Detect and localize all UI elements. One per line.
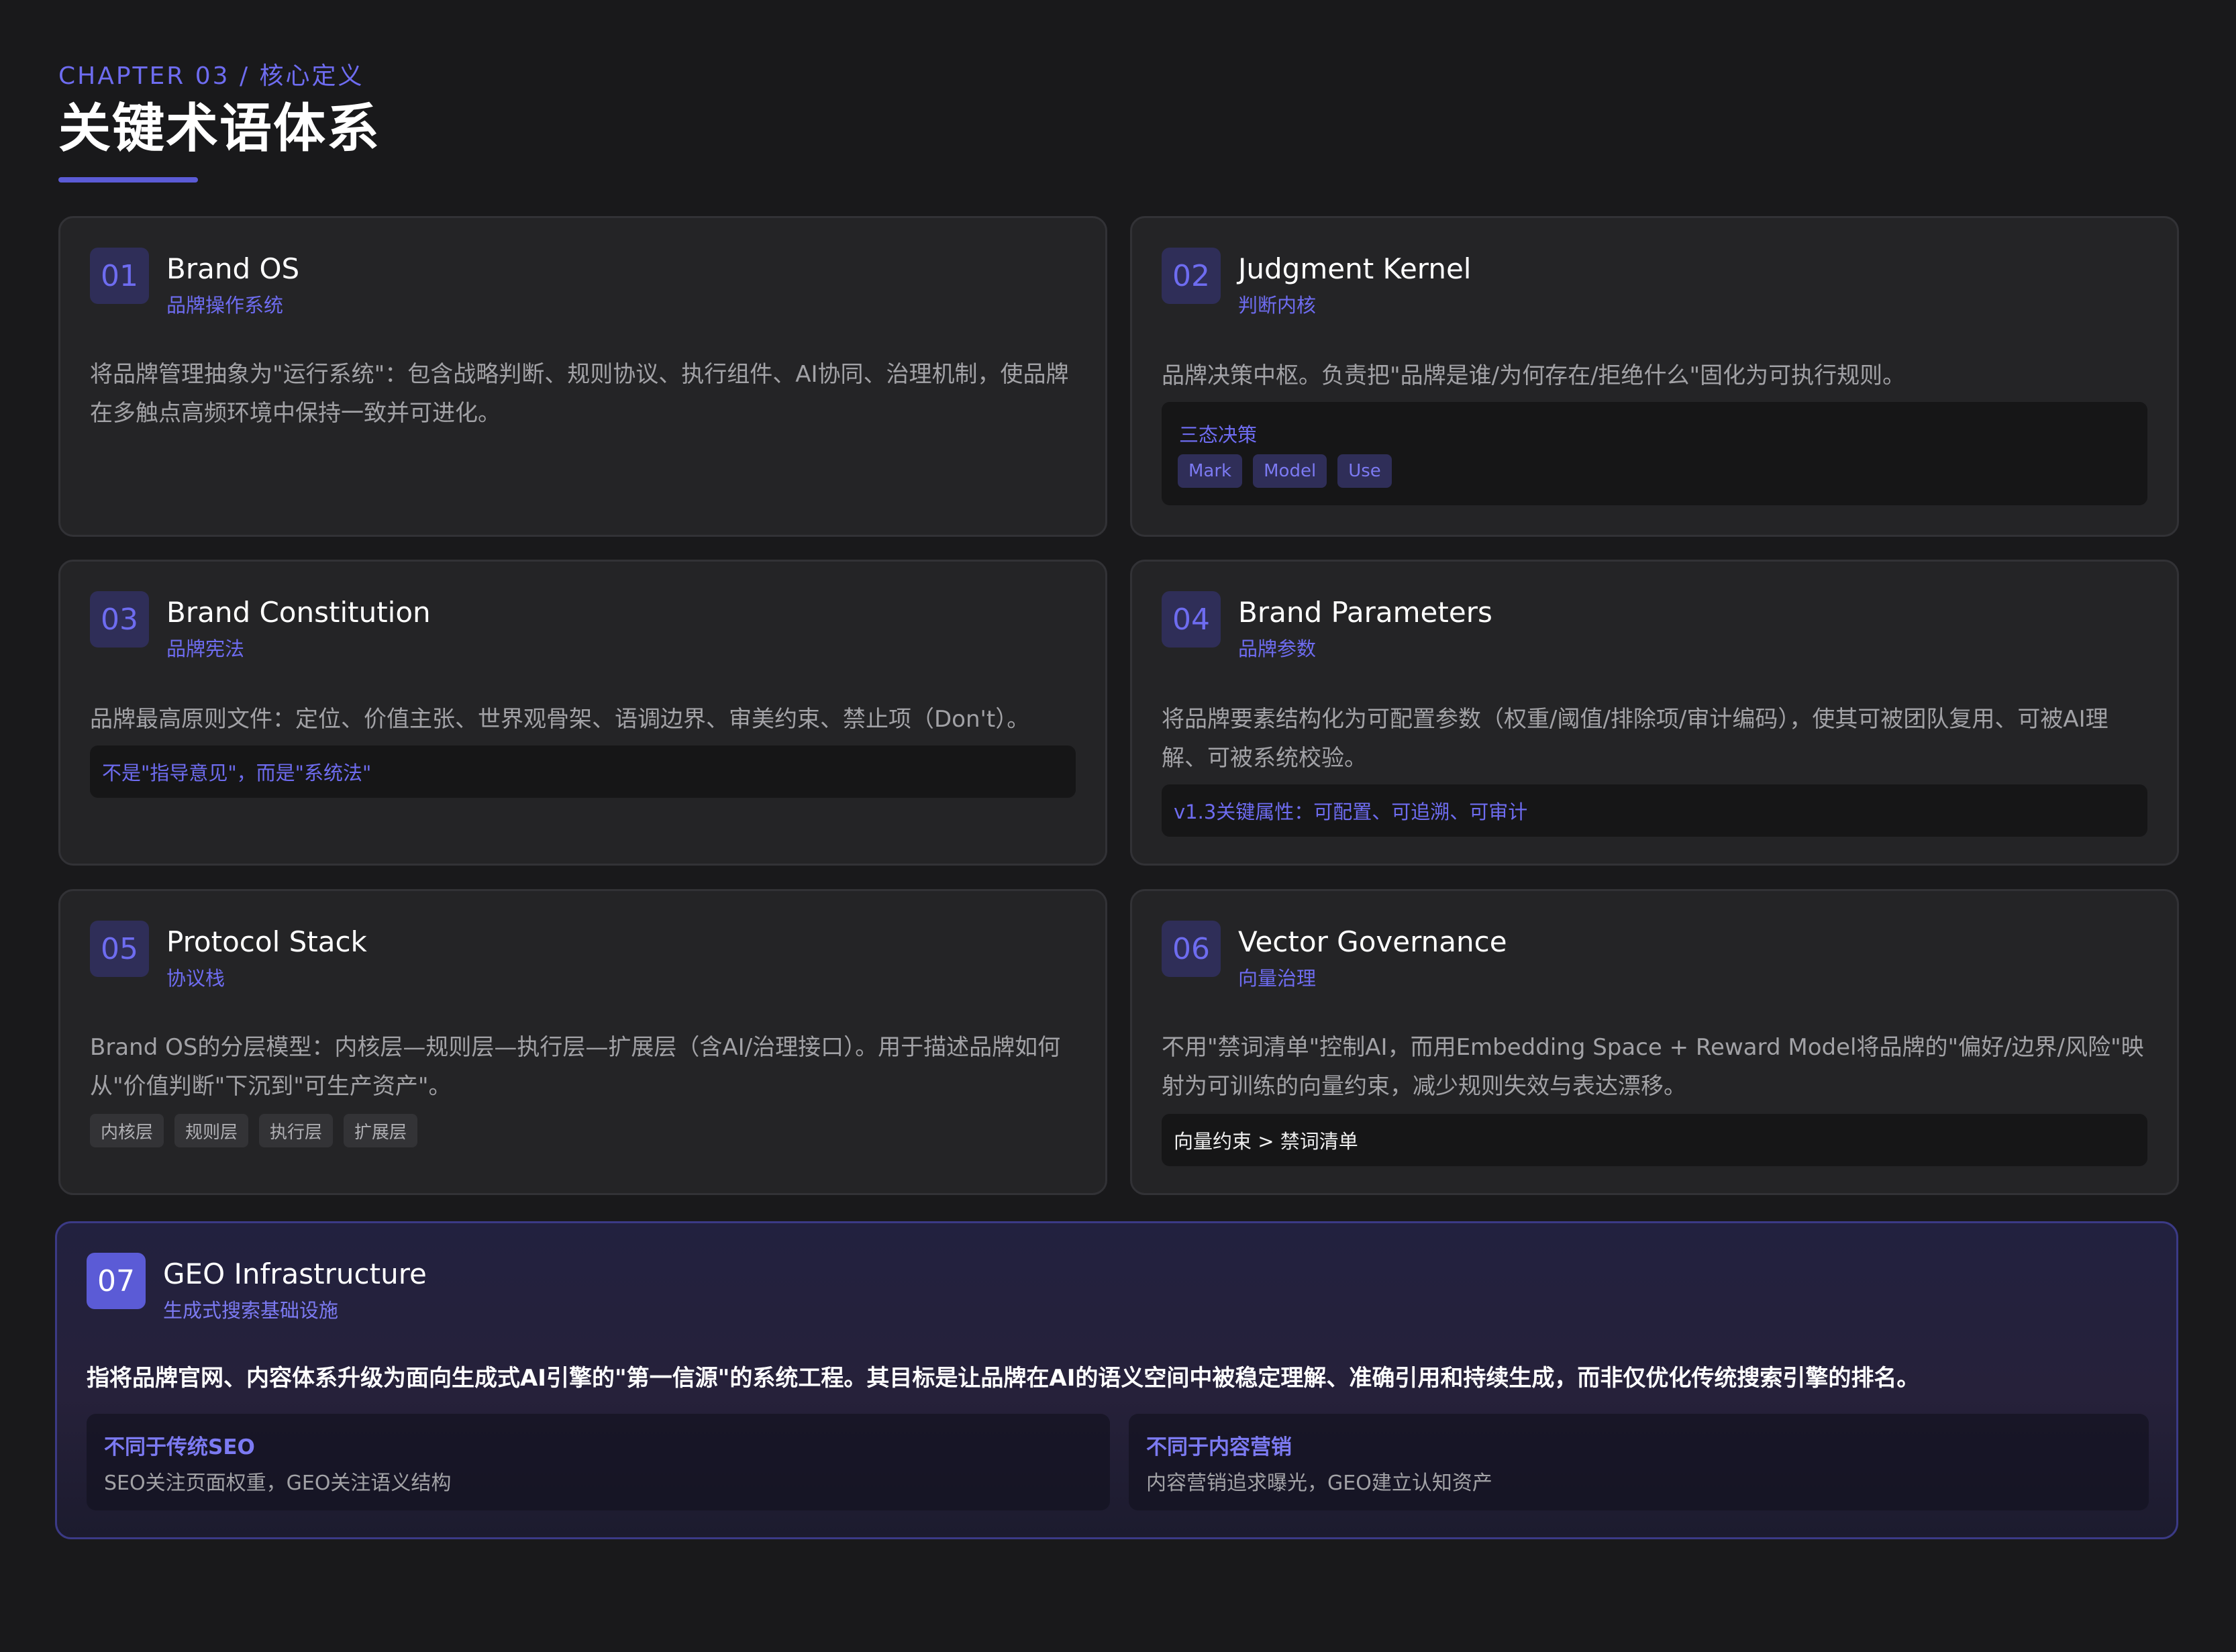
card-title: Judgment Kernel: [1238, 252, 1472, 285]
compare-title: 不同于内容营销: [1146, 1435, 1292, 1459]
highlight-text: v1.3关键属性：可配置、可追溯、可审计: [1174, 801, 1528, 823]
title-underline: [58, 177, 198, 183]
page-title: 关键术语体系: [58, 99, 381, 159]
highlight-text: 向量约束 > 禁词清单: [1174, 1130, 1358, 1153]
term-card-vector-governance: 06 Vector Governance 向量治理 不用"禁词清单"控制AI，而…: [1130, 889, 2179, 1195]
card-subtitle: 品牌操作系统: [166, 294, 284, 317]
highlight-box: 向量约束 > 禁词清单: [1162, 1114, 2147, 1166]
card-subtitle: 判断内核: [1238, 294, 1317, 317]
card-number-badge: 07: [87, 1253, 146, 1309]
term-card-judgment-kernel: 02 Judgment Kernel 判断内核 品牌决策中枢。负责把"品牌是谁/…: [1130, 216, 2179, 537]
highlight-box: v1.3关键属性：可配置、可追溯、可审计: [1162, 784, 2147, 837]
card-description: 品牌决策中枢。负责把"品牌是谁/为何存在/拒绝什么"固化为可执行规则。: [1162, 362, 1906, 389]
term-card-geo-infrastructure: 07 GEO Infrastructure 生成式搜索基础设施 指将品牌官网、内…: [55, 1221, 2178, 1539]
card-subtitle: 品牌参数: [1238, 637, 1317, 660]
card-number-badge: 01: [90, 248, 149, 304]
card-description: 品牌最高原则文件：定位、价值主张、世界观骨架、语调边界、审美约束、禁止项（Don…: [90, 706, 1030, 733]
card-description: 将品牌管理抽象为"运行系统"：包含战略判断、规则协议、执行组件、AI协同、治理机…: [90, 361, 1069, 427]
compare-text: SEO关注页面权重，GEO关注语义结构: [104, 1472, 452, 1495]
card-title: Brand OS: [166, 252, 300, 285]
card-title: Brand Constitution: [166, 596, 431, 629]
layer-tags: 内核层 规则层 执行层 扩展层: [90, 1114, 428, 1147]
tag-mark: Mark: [1178, 454, 1243, 488]
decision-box: 三态决策 Mark Model Use: [1162, 402, 2147, 505]
card-number-badge: 02: [1162, 248, 1221, 304]
card-description: Brand OS的分层模型：内核层—规则层—执行层—扩展层（含AI/治理接口）。…: [90, 1034, 1061, 1100]
card-description: 将品牌要素结构化为可配置参数（权重/阈值/排除项/审计编码），使其可被团队复用、…: [1162, 706, 2108, 772]
tag-extension-layer: 扩展层: [344, 1114, 418, 1147]
decision-box-label: 三态决策: [1179, 423, 1258, 446]
card-number-badge: 05: [90, 921, 149, 977]
card-title: Vector Governance: [1238, 925, 1507, 958]
card-title: GEO Infrastructure: [163, 1257, 427, 1290]
tag-execution-layer: 执行层: [259, 1114, 334, 1147]
compare-title: 不同于传统SEO: [104, 1435, 255, 1459]
tag-rule-layer: 规则层: [174, 1114, 249, 1147]
card-subtitle: 品牌宪法: [166, 637, 245, 660]
tag-model: Model: [1253, 454, 1327, 488]
card-number-badge: 06: [1162, 921, 1221, 977]
tag-kernel-layer: 内核层: [90, 1114, 164, 1147]
chapter-label: CHAPTER 03 / 核心定义: [58, 62, 364, 90]
card-number-badge: 04: [1162, 591, 1221, 648]
feature-lead-text: 指将品牌官网、内容体系升级为面向生成式AI引擎的"第一信源"的系统工程。其目标是…: [87, 1365, 1920, 1392]
page-header: CHAPTER 03 / 核心定义 关键术语体系: [58, 62, 380, 183]
highlight-text: 不是"指导意见"，而是"系统法": [102, 762, 372, 784]
term-card-protocol-stack: 05 Protocol Stack 协议栈 Brand OS的分层模型：内核层—…: [58, 889, 1107, 1195]
tag-use: Use: [1337, 454, 1392, 488]
term-card-brand-os: 01 Brand OS 品牌操作系统 将品牌管理抽象为"运行系统"：包含战略判断…: [58, 216, 1107, 537]
card-description: 不用"禁词清单"控制AI，而用Embedding Space + Reward …: [1162, 1034, 2144, 1100]
term-card-brand-constitution: 03 Brand Constitution 品牌宪法 品牌最高原则文件：定位、价…: [58, 560, 1107, 866]
card-subtitle: 生成式搜索基础设施: [163, 1299, 339, 1322]
card-number-badge: 03: [90, 591, 149, 648]
highlight-box: 不是"指导意见"，而是"系统法": [90, 745, 1076, 798]
page: CHAPTER 03 / 核心定义 关键术语体系 01 Brand OS 品牌操…: [0, 0, 2236, 1652]
term-card-brand-parameters: 04 Brand Parameters 品牌参数 将品牌要素结构化为可配置参数（…: [1130, 560, 2179, 866]
card-subtitle: 向量治理: [1238, 967, 1317, 990]
decision-tags: Mark Model Use: [1178, 454, 1403, 488]
compare-box-content-marketing: 不同于内容营销 内容营销追求曝光，GEO建立认知资产: [1129, 1414, 2149, 1510]
card-title: Protocol Stack: [166, 925, 367, 958]
compare-box-seo: 不同于传统SEO SEO关注页面权重，GEO关注语义结构: [87, 1414, 1110, 1510]
compare-text: 内容营销追求曝光，GEO建立认知资产: [1146, 1472, 1492, 1495]
card-title: Brand Parameters: [1238, 596, 1492, 629]
card-subtitle: 协议栈: [166, 967, 225, 990]
